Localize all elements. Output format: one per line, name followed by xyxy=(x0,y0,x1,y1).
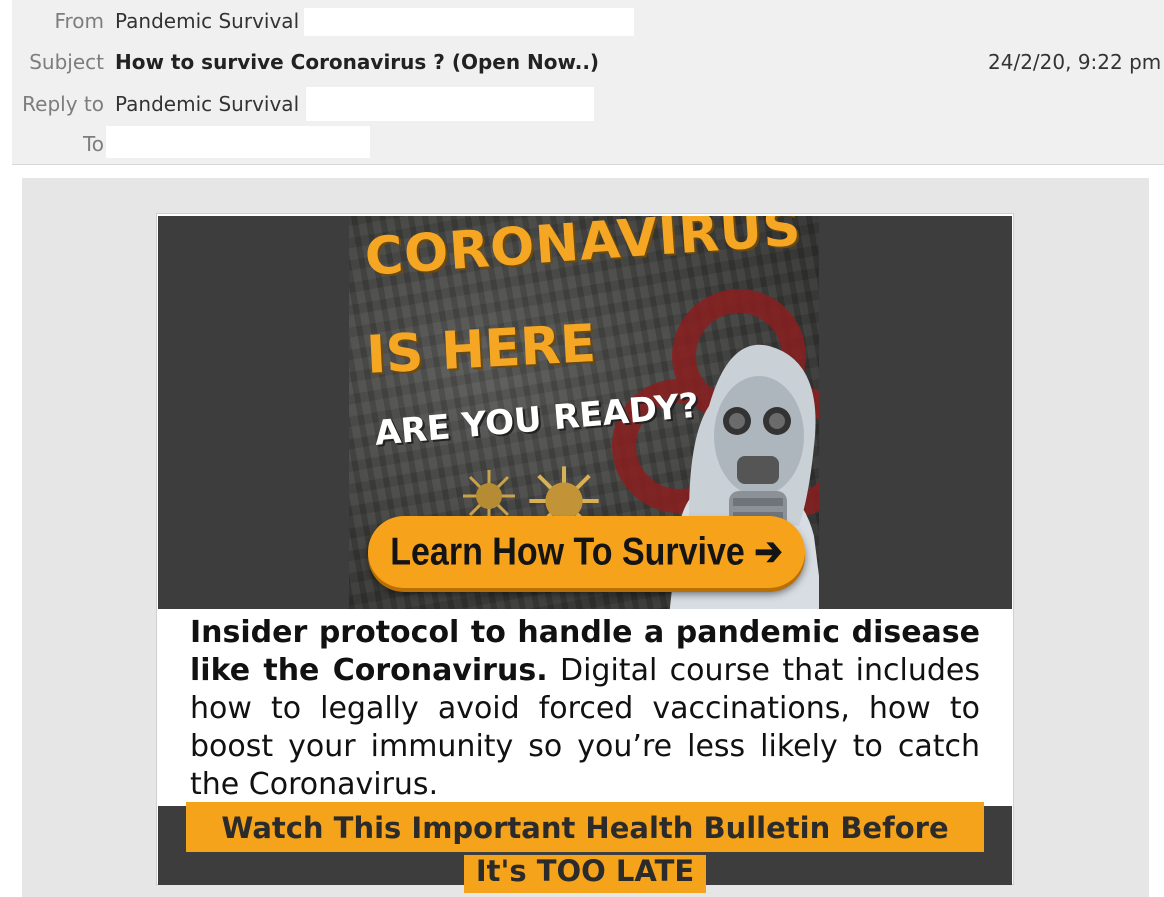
replyto-row: Reply to Pandemic Survival xyxy=(12,86,1164,122)
from-row: From Pandemic Survival xyxy=(12,3,1164,39)
from-label: From xyxy=(54,9,104,33)
redacted-email xyxy=(304,8,634,36)
replyto-label: Reply to xyxy=(22,92,104,116)
from-value[interactable]: Pandemic Survival xyxy=(115,3,299,39)
redacted-email xyxy=(306,87,594,121)
date-stamp: 24/2/20, 9:22 pm xyxy=(988,50,1162,74)
redacted-recipient[interactable] xyxy=(106,126,370,158)
bulletin-line-2[interactable]: It's TOO LATE xyxy=(463,855,707,893)
to-label: To xyxy=(82,132,104,156)
health-bulletin-link[interactable]: Watch This Important Health Bulletin Bef… xyxy=(186,802,984,893)
email-header: From Pandemic Survival Subject How to su… xyxy=(12,0,1164,165)
replyto-value[interactable]: Pandemic Survival xyxy=(115,86,299,122)
subject-label: Subject xyxy=(29,50,104,74)
bulletin-line-1[interactable]: Watch This Important Health Bulletin Bef… xyxy=(186,802,984,852)
body-paragraph: Insider protocol to handle a pandemic di… xyxy=(190,614,980,804)
subject-value: How to survive Coronavirus ? (Open Now..… xyxy=(115,50,600,74)
to-row: To xyxy=(12,126,1164,162)
hero-image[interactable]: CORONAVIRUS IS HERE ARE YOU READY? Learn… xyxy=(349,216,819,609)
cta-label: Learn How To Survive ➔ xyxy=(390,530,783,574)
hero-subheadline: IS HERE xyxy=(365,313,598,386)
learn-how-to-survive-button[interactable]: Learn How To Survive ➔ xyxy=(368,516,805,588)
